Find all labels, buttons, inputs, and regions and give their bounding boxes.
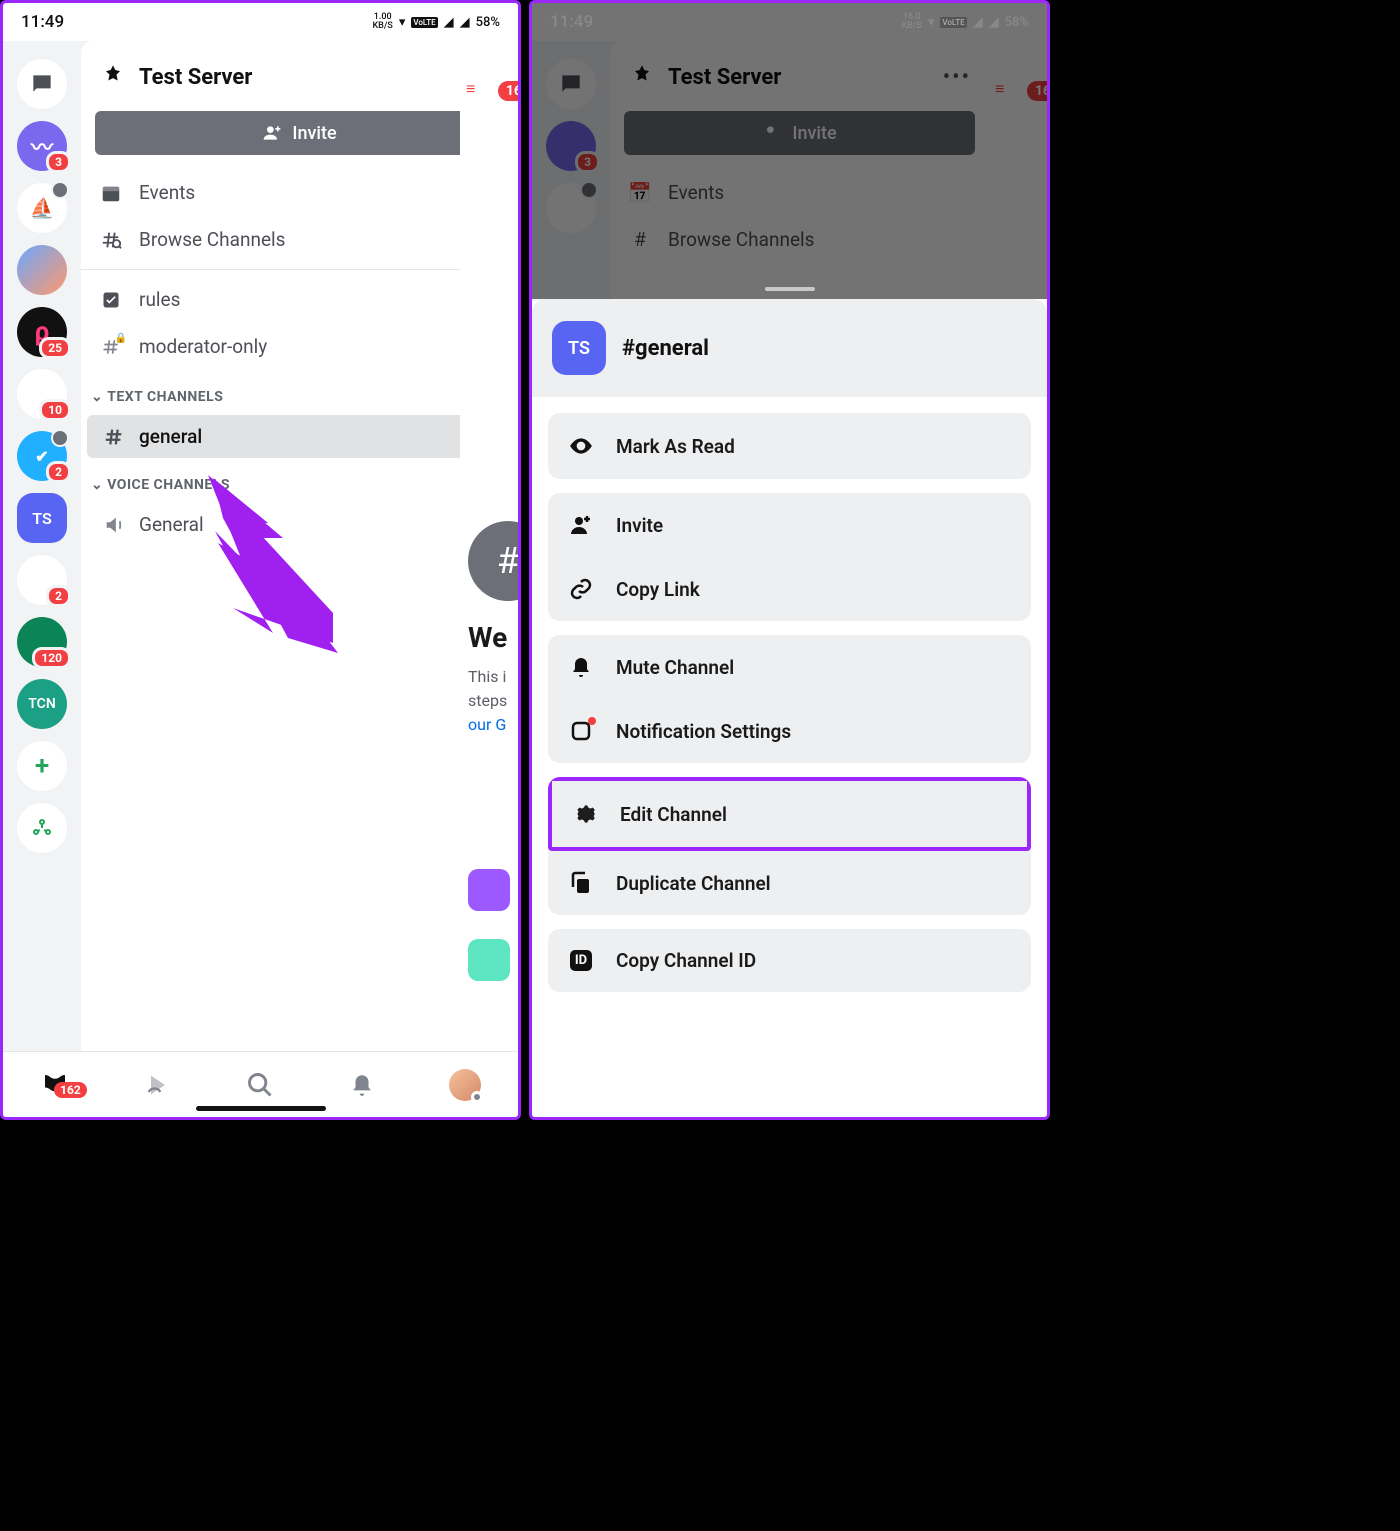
gear-icon [572,801,598,827]
category-voice-channels[interactable]: ⌄ VOICE CHANNELS + [81,458,518,503]
muted-icon [51,181,69,199]
channel-moderator[interactable]: 🔒 moderator-only [81,323,518,370]
home-indicator [196,1106,326,1111]
sheet-grabber[interactable] [765,287,815,291]
browse-channels-row[interactable]: Browse Channels [81,216,518,263]
notification-icon [568,719,594,743]
signal-icon-2: ◢ [460,15,470,30]
server-item-5[interactable]: 10 [17,369,67,419]
invite-icon [568,513,594,537]
channel-panel: Test Server ••• Invite Events Browse Cha… [81,41,518,1051]
screenshot-left: 11:49 1.00KB/S ▾ VoLTE ◢ ◢ 58% 〰 3 ⛵ [0,0,521,1120]
server-item-2[interactable]: ⛵ [17,183,67,233]
nav-notifications[interactable] [349,1072,375,1098]
link-icon [568,577,594,601]
channel-general[interactable]: general [87,415,512,458]
wifi-icon: ▾ [399,15,406,30]
duplicate-channel-button[interactable]: Duplicate Channel [548,851,1031,915]
voice-channel-general[interactable]: General [87,503,512,546]
server-item-8[interactable]: 120 [17,617,67,667]
channel-context-sheet: TS #general Mark As Read Invite Copy Lin… [532,299,1047,1117]
status-bar: 11:49 16.0KB/S ▾VoLTE ◢◢ 58% [532,3,1047,41]
server-boost-icon [99,63,127,91]
signal-icon: ◢ [444,15,454,30]
invite-icon [262,123,282,143]
copy-channel-id-button[interactable]: ID Copy Channel ID [548,929,1031,992]
calendar-icon [99,182,123,204]
chevron-down-icon: ⌄ [91,477,103,493]
hash-icon [103,426,125,448]
edit-channel-button[interactable]: Edit Channel [548,777,1031,851]
speaker-icon [103,514,125,536]
nav-home[interactable]: 162 [40,1070,70,1100]
server-item-ts[interactable]: TS [17,493,67,543]
status-time: 11:49 [21,12,64,32]
sheet-title: #general [622,336,709,361]
chevron-down-icon: ⌄ [91,389,103,405]
browse-icon [99,229,123,251]
discover-button[interactable] [17,803,67,853]
eye-icon [568,433,594,459]
server-item-4[interactable]: ρ 25 [17,307,67,357]
server-title[interactable]: Test Server [139,65,460,90]
server-rail: 〰 3 ⛵ ρ 25 10 ✔ 2 TS 2 [3,41,81,1051]
unread-badge: 162 [498,81,518,101]
category-text-channels[interactable]: ⌄ TEXT CHANNELS + [81,370,518,415]
nav-search[interactable] [246,1071,274,1099]
battery-text: 58% [476,15,500,30]
copy-link-button[interactable]: Copy Link [548,557,1031,621]
events-row[interactable]: Events [81,169,518,216]
channel-welcome-icon: # [468,521,518,601]
id-icon: ID [568,950,594,971]
invite-button[interactable]: Invite [548,493,1031,557]
nav-friends[interactable] [144,1071,172,1099]
server-avatar: TS [552,321,606,375]
channel-rules[interactable]: rules [81,276,518,323]
status-bar: 11:49 1.00KB/S ▾ VoLTE ◢ ◢ 58% [3,3,518,41]
server-item-6[interactable]: ✔ 2 [17,431,67,481]
status-right: 1.00KB/S ▾ VoLTE ◢ ◢ 58% [373,13,501,31]
nav-profile[interactable] [449,1069,481,1101]
add-server-button[interactable]: + [17,741,67,791]
notification-settings-button[interactable]: Notification Settings [548,699,1031,763]
hash-lock-icon: 🔒 [99,337,123,357]
server-item-tcn[interactable]: TCN [17,679,67,729]
mute-channel-button[interactable]: Mute Channel [548,635,1031,699]
bell-icon [568,655,594,679]
mark-as-read-button[interactable]: Mark As Read [548,413,1031,479]
server-item-1[interactable]: 〰 3 [17,121,67,171]
modal-backdrop[interactable] [532,3,1047,299]
invite-button[interactable]: Invite [95,111,504,155]
volte-icon: VoLTE [411,17,437,28]
server-item-7[interactable]: 2 [17,555,67,605]
chat-preview: ≡ 162 # We This i steps our G [460,41,518,1051]
server-item-3[interactable] [17,245,67,295]
screenshot-right: 11:49 16.0KB/S ▾VoLTE ◢◢ 58% 3 Test Serv… [529,0,1050,1120]
copy-icon [568,871,594,895]
dm-button[interactable] [17,59,67,109]
rules-icon [99,290,123,310]
